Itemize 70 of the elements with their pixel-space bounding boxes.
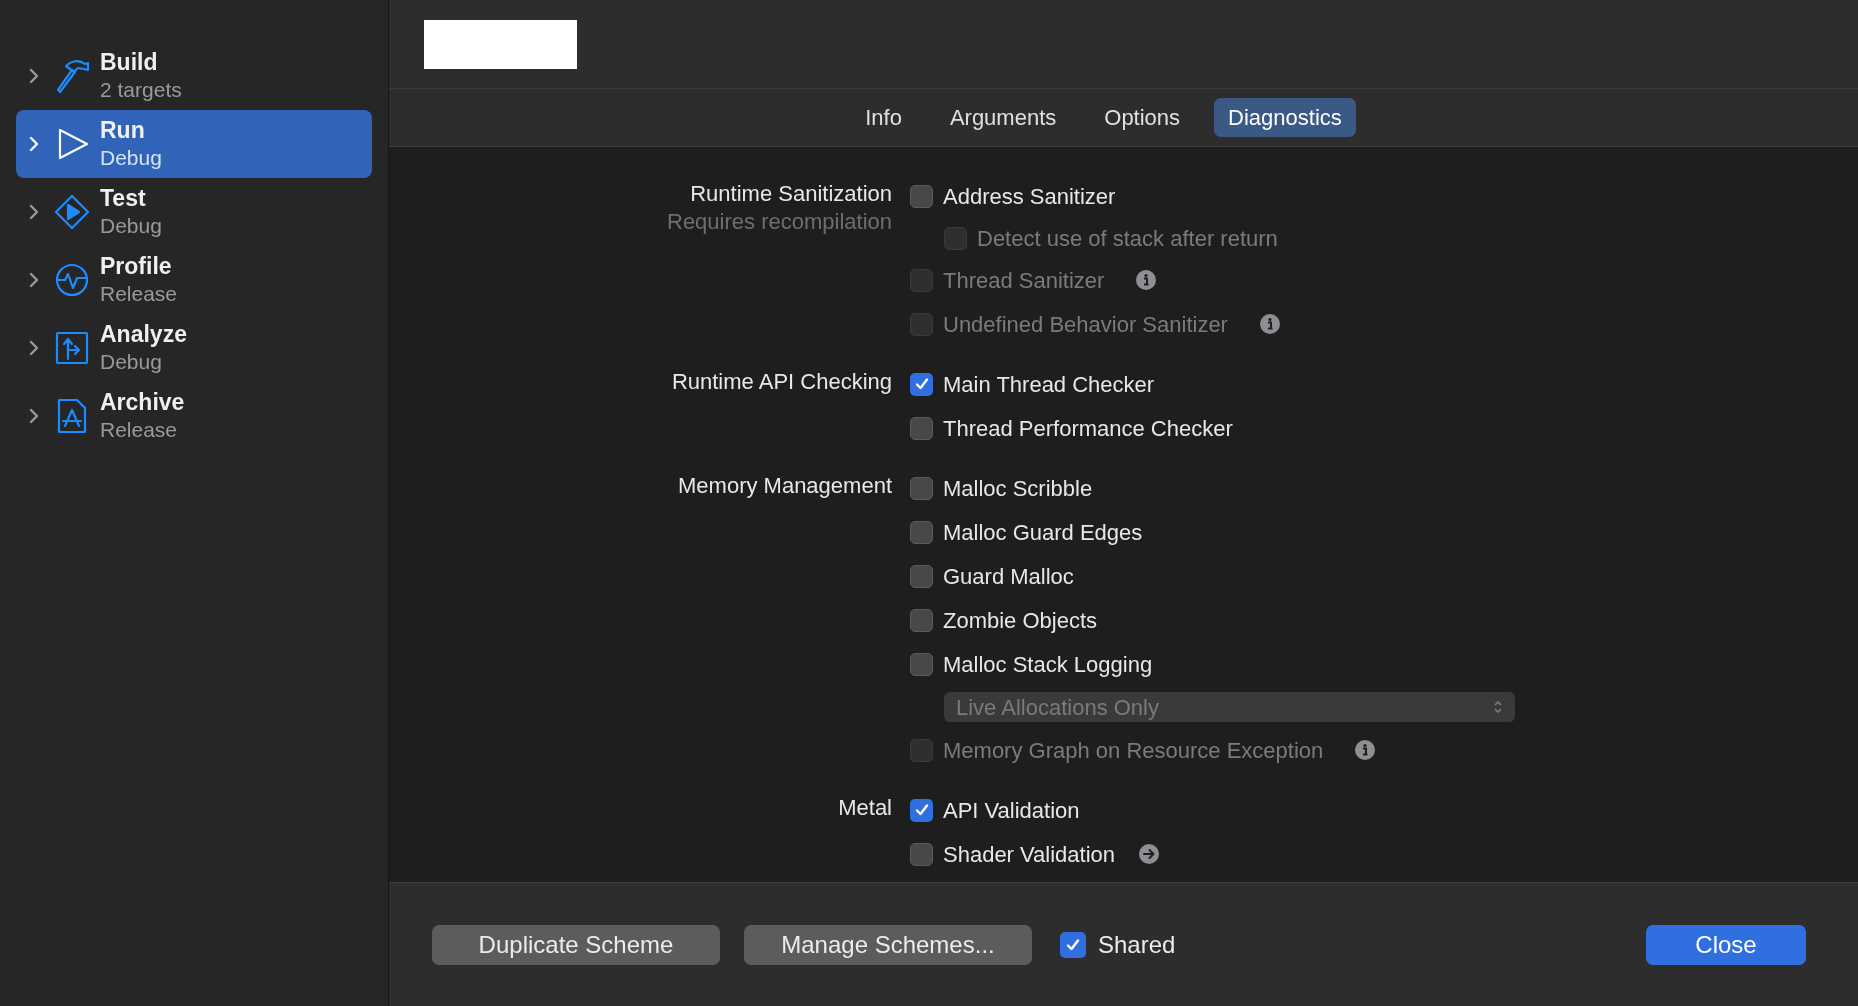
checkbox[interactable]: [910, 652, 933, 676]
shared-label: Shared: [1098, 929, 1176, 960]
diamond-play-icon: [54, 194, 90, 230]
checkbox[interactable]: [910, 476, 933, 500]
action-title: Run: [100, 116, 146, 144]
checkbox[interactable]: [910, 842, 933, 866]
option-label: Main Thread Checker: [943, 370, 1155, 399]
footer-button[interactable]: Manage Schemes...: [744, 924, 1032, 965]
option-label: Memory Graph on Resource Exception: [943, 736, 1324, 765]
section-label: Runtime API Checking: [671, 368, 892, 396]
action-subtitle: Release: [100, 281, 178, 307]
tab[interactable]: Arguments: [935, 98, 1071, 137]
action-title: Build: [100, 48, 159, 76]
scheme-action-item[interactable]: Build 2 targets: [16, 42, 372, 110]
option-label: API Validation: [943, 796, 1080, 825]
section-label: Metal: [838, 794, 892, 822]
scheme-action-item[interactable]: Run Debug: [16, 110, 372, 178]
waveform-circle-icon: [54, 262, 90, 298]
hammer-icon: [54, 58, 90, 94]
chevron-icon[interactable]: [28, 407, 40, 425]
checkmark-icon: [913, 376, 930, 392]
checkbox[interactable]: [910, 798, 933, 822]
action-subtitle: Debug: [100, 213, 162, 239]
updown-chevron-icon: [1493, 699, 1503, 715]
option-label: Detect use of stack after return: [977, 224, 1278, 253]
action-title: Test: [100, 184, 147, 212]
option-label: Guard Malloc: [943, 562, 1074, 591]
chevron-icon[interactable]: [28, 203, 40, 221]
tab[interactable]: Info: [851, 98, 916, 137]
checkbox[interactable]: [910, 184, 933, 208]
option-label: Address Sanitizer: [943, 182, 1116, 211]
section-note: Requires recompilation: [667, 208, 892, 236]
option-label: Zombie Objects: [943, 606, 1098, 635]
action-subtitle: Debug: [100, 145, 162, 171]
chevron-icon[interactable]: [28, 67, 40, 85]
action-subtitle: Debug: [100, 349, 163, 375]
chevron-icon[interactable]: [28, 339, 40, 357]
arrow-circle-icon[interactable]: [1139, 844, 1160, 864]
checkbox[interactable]: [1060, 931, 1086, 958]
footer-button[interactable]: Duplicate Scheme: [432, 924, 720, 965]
option-label: Malloc Guard Edges: [943, 518, 1143, 547]
checkbox[interactable]: [910, 416, 933, 440]
scheme-action-item[interactable]: Archive Release: [16, 382, 372, 450]
option-label: Malloc Stack Logging: [943, 650, 1153, 679]
action-title: Archive: [100, 388, 185, 416]
chevron-icon[interactable]: [28, 271, 40, 289]
action-subtitle: Release: [100, 417, 179, 443]
checkbox[interactable]: [910, 564, 933, 588]
branch-square-icon: [54, 330, 90, 366]
option-label: Thread Sanitizer: [943, 266, 1105, 295]
action-title: Analyze: [100, 320, 187, 348]
close-button[interactable]: Close: [1646, 924, 1806, 965]
section-label: Runtime Sanitization: [690, 180, 892, 208]
tab[interactable]: Options: [1090, 98, 1195, 137]
scheme-action-item[interactable]: Test Debug: [16, 178, 372, 246]
option-label: Malloc Scribble: [943, 474, 1093, 503]
tab[interactable]: Diagnostics: [1214, 98, 1356, 137]
checkbox[interactable]: [910, 372, 933, 396]
checkmark-icon: [913, 802, 930, 818]
action-subtitle: 2 targets: [100, 77, 182, 103]
scheme-action-item[interactable]: Profile Release: [16, 246, 372, 314]
checkbox[interactable]: [910, 608, 933, 632]
checkbox[interactable]: [910, 520, 933, 544]
option-label: Undefined Behavior Sanitizer: [943, 310, 1228, 339]
checkmark-icon: [1065, 936, 1081, 953]
option-label: Thread Performance Checker: [943, 414, 1233, 443]
section-label: Memory Management: [678, 472, 892, 500]
action-title: Profile: [100, 252, 173, 280]
scheme-action-item[interactable]: Analyze Debug: [16, 314, 372, 382]
option-label: Shader Validation: [943, 840, 1116, 869]
